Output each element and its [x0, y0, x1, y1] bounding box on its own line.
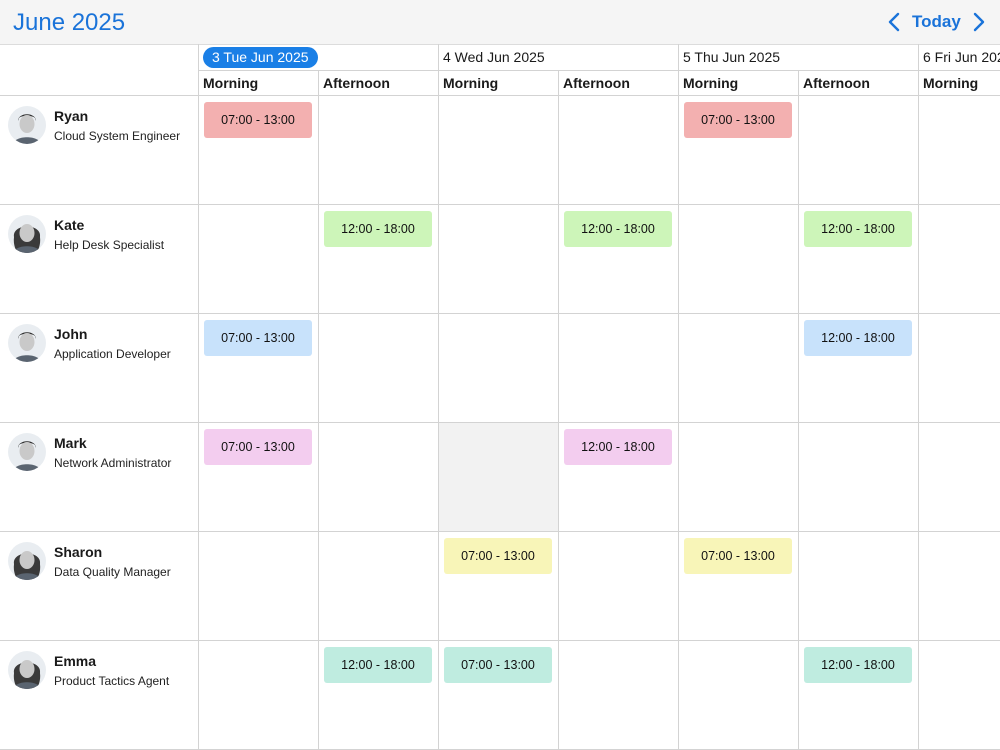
- slot-header-morning: Morning: [443, 75, 499, 91]
- shift-event[interactable]: 12:00 - 18:00: [324, 647, 432, 683]
- unavailable-cell: [439, 423, 559, 532]
- today-date-pill: 3 Tue Jun 2025: [203, 47, 318, 68]
- resource-emma: Emma Product Tactics Agent: [0, 641, 199, 750]
- resource-mark: Mark Network Administrator: [0, 423, 199, 532]
- resource-name: Kate: [54, 217, 85, 233]
- male-avatar-icon: [8, 106, 46, 144]
- resource-name: Mark: [54, 435, 87, 451]
- slot-header-morning: Morning: [203, 75, 259, 91]
- today-button[interactable]: Today: [912, 12, 961, 32]
- shift-event[interactable]: 07:00 - 13:00: [204, 320, 312, 356]
- shift-event[interactable]: 12:00 - 18:00: [564, 211, 672, 247]
- resource-name: John: [54, 326, 88, 342]
- shift-event[interactable]: 12:00 - 18:00: [804, 211, 912, 247]
- shift-event[interactable]: 07:00 - 13:00: [684, 538, 792, 574]
- date-header[interactable]: 4 Wed Jun 2025: [439, 44, 679, 70]
- date-header[interactable]: 6 Fri Jun 2025: [919, 44, 1000, 70]
- slot-header-morning: Morning: [923, 75, 979, 91]
- shift-event[interactable]: 07:00 - 13:00: [444, 538, 552, 574]
- column-line: [438, 44, 439, 750]
- slot-header-afternoon: Afternoon: [563, 75, 630, 91]
- male-avatar-icon: [8, 433, 46, 471]
- month-title: June 2025: [13, 9, 126, 36]
- shift-event[interactable]: 07:00 - 13:00: [204, 429, 312, 465]
- resource-name: Ryan: [54, 108, 89, 124]
- calendar-toolbar: June 2025 Today: [0, 0, 1000, 45]
- shift-event[interactable]: 12:00 - 18:00: [324, 211, 432, 247]
- resource-title: Network Administrator: [54, 456, 172, 470]
- slot-header-morning: Morning: [683, 75, 739, 91]
- shift-event[interactable]: 12:00 - 18:00: [564, 429, 672, 465]
- female-avatar-icon: [8, 651, 46, 689]
- header-divider: [199, 70, 1000, 71]
- resource-ryan: Ryan Cloud System Engineer: [0, 96, 199, 205]
- resource-john: John Application Developer: [0, 314, 199, 423]
- column-line: [558, 70, 559, 750]
- slot-header-afternoon: Afternoon: [803, 75, 870, 91]
- resource-title: Cloud System Engineer: [54, 129, 181, 143]
- date-header[interactable]: 5 Thu Jun 2025: [679, 44, 919, 70]
- resource-name: Emma: [54, 653, 97, 669]
- shift-event[interactable]: 12:00 - 18:00: [804, 647, 912, 683]
- resource-sharon: Sharon Data Quality Manager: [0, 532, 199, 641]
- shift-event[interactable]: 07:00 - 13:00: [684, 102, 792, 138]
- female-avatar-icon: [8, 542, 46, 580]
- female-avatar-icon: [8, 215, 46, 253]
- resource-title: Application Developer: [54, 347, 171, 361]
- date-header[interactable]: 3 Tue Jun 2025: [199, 44, 439, 70]
- resource-kate: Kate Help Desk Specialist: [0, 205, 199, 314]
- male-avatar-icon: [8, 324, 46, 362]
- resource-title: Product Tactics Agent: [54, 674, 170, 688]
- chevron-right-icon: [973, 12, 985, 32]
- chevron-left-icon: [888, 12, 900, 32]
- resource-title: Data Quality Manager: [54, 565, 171, 579]
- shift-event[interactable]: 07:00 - 13:00: [444, 647, 552, 683]
- shift-event[interactable]: 07:00 - 13:00: [204, 102, 312, 138]
- column-line: [318, 70, 319, 750]
- next-button[interactable]: [967, 10, 989, 34]
- resource-title: Help Desk Specialist: [54, 238, 165, 252]
- timeline-grid: 3 Tue Jun 2025 4 Wed Jun 2025 5 Thu Jun 20…: [0, 44, 1000, 750]
- previous-button[interactable]: [884, 10, 906, 34]
- column-line: [918, 44, 919, 750]
- shift-event[interactable]: 12:00 - 18:00: [804, 320, 912, 356]
- slot-header-afternoon: Afternoon: [323, 75, 390, 91]
- column-line: [678, 44, 679, 750]
- resource-name: Sharon: [54, 544, 103, 560]
- column-line: [798, 70, 799, 750]
